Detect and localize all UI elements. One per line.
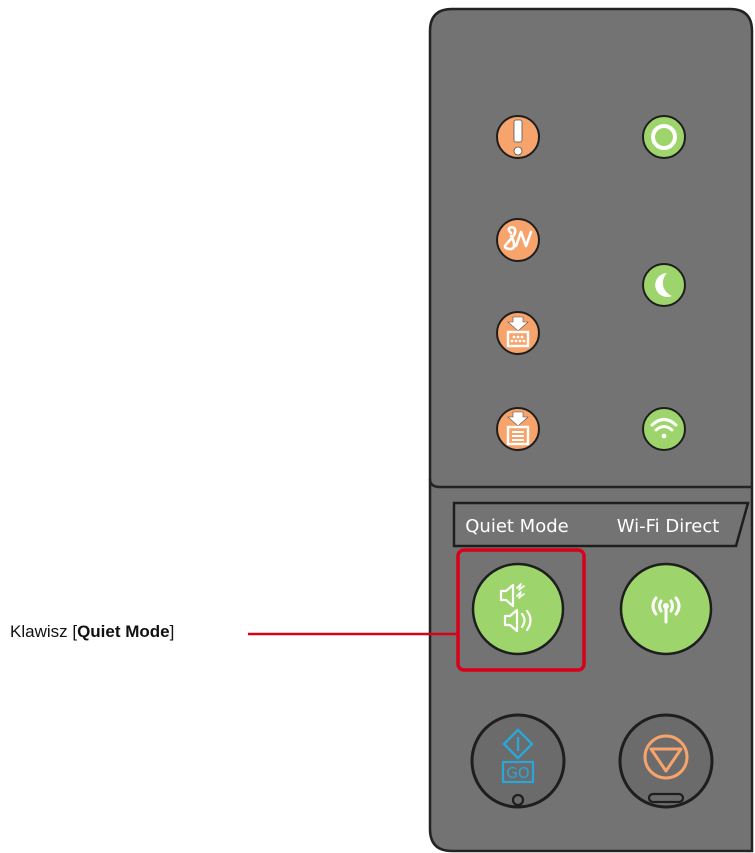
paper-indicator — [496, 407, 540, 451]
sleep-indicator — [642, 263, 686, 307]
quiet-mode-button[interactable] — [471, 562, 565, 656]
paper-jam-indicator — [496, 218, 540, 262]
exclamation-icon — [513, 119, 523, 156]
operation-panel — [428, 7, 754, 853]
callout-suffix: ] — [169, 622, 175, 641]
wifi-direct-label: Wi-Fi Direct — [617, 516, 720, 537]
stop-button[interactable] — [618, 713, 714, 809]
callout-prefix: Klawisz [ — [10, 622, 78, 641]
callout-key-name: Quiet Mode — [77, 622, 170, 641]
go-button[interactable]: GO — [470, 713, 566, 809]
attention-indicator — [496, 115, 540, 159]
wifi-indicator — [642, 407, 686, 451]
quiet-mode-label: Quiet Mode — [465, 516, 568, 537]
go-text: GO — [506, 764, 529, 782]
ready-indicator — [642, 115, 686, 159]
quiet-mode-callout: Klawisz [Quiet Mode] — [10, 622, 174, 642]
toner-indicator — [496, 311, 540, 355]
wifi-direct-button[interactable] — [619, 562, 713, 656]
